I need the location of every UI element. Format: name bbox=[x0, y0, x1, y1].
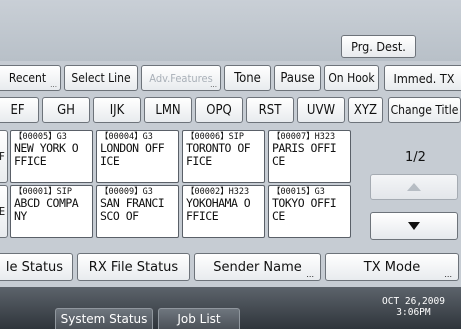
pause-label: Pause bbox=[280, 70, 315, 86]
more-dots-icon: ... bbox=[444, 270, 452, 279]
page-up-button[interactable] bbox=[370, 174, 458, 200]
destination-entry[interactable]: 【00006】SIP TORONTO OF FICE bbox=[182, 130, 265, 183]
fax-panel: Prg. Dest. Recent... Select Line Adv.Fea… bbox=[0, 0, 461, 329]
destination-name: CE bbox=[272, 154, 285, 168]
destination-name: SCO OF bbox=[100, 209, 139, 223]
index-tab-opq[interactable]: OPQ bbox=[195, 97, 243, 123]
index-tab-label: EF bbox=[10, 102, 25, 118]
more-dots-icon: ... bbox=[210, 80, 217, 89]
index-tab-label: LMN bbox=[155, 102, 181, 118]
date-text: OCT 26,2009 bbox=[382, 296, 445, 307]
tone-label: Tone bbox=[234, 70, 261, 86]
immediate-tx-button[interactable]: Immed. TX bbox=[384, 65, 461, 91]
destination-entry-edge: E bbox=[0, 205, 5, 218]
select-line-label: Select Line bbox=[71, 71, 131, 85]
destination-entry[interactable]: 【00005】G3 NEW YORK O FFICE bbox=[10, 130, 93, 183]
pause-button[interactable]: Pause bbox=[274, 65, 321, 91]
immediate-tx-label: Immed. TX bbox=[393, 70, 455, 86]
change-title-button[interactable]: Change Title bbox=[388, 97, 461, 123]
index-tab-label: UVW bbox=[306, 102, 336, 118]
job-list-button[interactable]: Job List bbox=[158, 308, 240, 329]
index-tab-label: RST bbox=[258, 102, 282, 118]
system-status-button[interactable]: System Status bbox=[55, 308, 153, 329]
destination-name: FFICE bbox=[186, 209, 219, 223]
destination-entry[interactable]: 【00015】G3 TOKYO OFFI CE bbox=[268, 185, 351, 238]
advanced-features-label: Adv.Features bbox=[149, 71, 213, 85]
tx-file-status-label: le Status bbox=[5, 259, 64, 275]
index-tab-gh[interactable]: GH bbox=[42, 97, 90, 123]
triangle-down-icon bbox=[408, 222, 420, 230]
index-tab-lmn[interactable]: LMN bbox=[144, 97, 192, 123]
destination-entry-partial[interactable]: F bbox=[0, 130, 8, 183]
index-tab-rst[interactable]: RST bbox=[246, 97, 294, 123]
destination-entry[interactable]: 【00009】G3 SAN FRANCI SCO OF bbox=[96, 185, 179, 238]
destination-entry[interactable]: 【00007】H323 PARIS OFFI CE bbox=[268, 130, 351, 183]
job-list-label: Job List bbox=[177, 312, 221, 326]
triangle-up-icon bbox=[407, 183, 421, 191]
on-hook-label: On Hook bbox=[328, 71, 375, 85]
system-status-label: System Status bbox=[60, 312, 148, 326]
change-title-label: Change Title bbox=[390, 103, 459, 117]
destination-name: ICE bbox=[100, 154, 120, 168]
sender-name-label: Sender Name bbox=[213, 259, 302, 275]
tx-mode-label: TX Mode bbox=[363, 259, 421, 275]
destination-entry-partial[interactable]: E bbox=[0, 185, 8, 238]
page-indicator: 1/2 bbox=[405, 150, 426, 165]
destination-entry[interactable]: 【00004】G3 LONDON OFF ICE bbox=[96, 130, 179, 183]
index-tab-xyz[interactable]: XYZ bbox=[348, 97, 383, 123]
sender-name-tab[interactable]: Sender Name... bbox=[194, 253, 321, 281]
program-destination-button[interactable]: Prg. Dest. bbox=[341, 35, 416, 58]
tx-mode-tab[interactable]: TX Mode... bbox=[325, 253, 459, 281]
on-hook-button[interactable]: On Hook bbox=[324, 65, 379, 91]
index-tab-label: OPQ bbox=[206, 102, 232, 118]
time-text: 3:06PM bbox=[396, 307, 431, 318]
destination-entry[interactable]: 【00002】H323 YOKOHAMA O FFICE bbox=[182, 185, 265, 238]
index-tab-label: XYZ bbox=[353, 102, 378, 118]
destination-name: CE bbox=[272, 209, 285, 223]
recent-label: Recent bbox=[8, 71, 47, 85]
destination-entry[interactable]: 【00001】SIP ABCD COMPA NY bbox=[10, 185, 93, 238]
index-tab-label: IJK bbox=[109, 102, 125, 118]
select-line-button[interactable]: Select Line bbox=[64, 65, 138, 91]
more-dots-icon: ... bbox=[50, 80, 57, 89]
date-time: OCT 26,2009 3:06PM bbox=[382, 296, 445, 318]
destination-entry-edge: F bbox=[0, 150, 5, 163]
destination-name: NY bbox=[14, 209, 27, 223]
recent-button[interactable]: Recent... bbox=[0, 65, 61, 91]
rx-file-status-tab[interactable]: RX File Status bbox=[77, 253, 190, 281]
tx-file-status-tab[interactable]: le Status bbox=[0, 253, 73, 281]
index-tab-uvw[interactable]: UVW bbox=[297, 97, 345, 123]
page-down-button[interactable] bbox=[370, 212, 458, 240]
program-destination-label: Prg. Dest. bbox=[351, 39, 406, 54]
destination-name: FICE bbox=[186, 154, 212, 168]
index-tab-label: GH bbox=[57, 102, 75, 118]
more-dots-icon: ... bbox=[306, 270, 314, 279]
index-tab-ef[interactable]: EF bbox=[0, 97, 39, 123]
tone-button[interactable]: Tone bbox=[224, 65, 271, 91]
rx-file-status-label: RX File Status bbox=[88, 259, 179, 275]
destination-name: FFICE bbox=[14, 154, 47, 168]
advanced-features-button[interactable]: Adv.Features... bbox=[141, 65, 221, 91]
index-tab-ijk[interactable]: IJK bbox=[93, 97, 141, 123]
